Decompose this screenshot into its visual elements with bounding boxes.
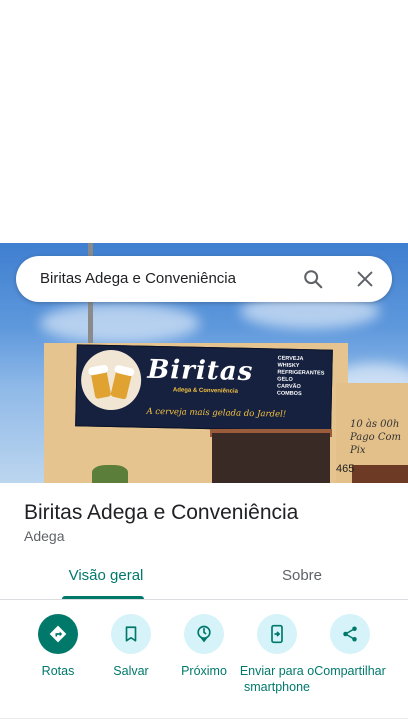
wall-text-line: Pix bbox=[350, 445, 366, 456]
bookmark-icon[interactable] bbox=[111, 614, 151, 654]
share-label: Compartilhar bbox=[314, 664, 386, 678]
beer-mugs-icon bbox=[80, 349, 142, 411]
wall-text-line: 10 às 00h bbox=[350, 419, 400, 430]
search-icon[interactable] bbox=[302, 268, 324, 290]
tab-overview[interactable]: Visão geral bbox=[58, 567, 154, 584]
directions-icon[interactable] bbox=[38, 614, 78, 654]
divider bbox=[0, 718, 408, 719]
wall-painted-text: 10 às 00h Pago Com Pix bbox=[350, 418, 408, 458]
send-to-phone-label: Enviar para o smartphone bbox=[239, 664, 315, 694]
plant bbox=[92, 465, 128, 483]
share-button[interactable]: Compartilhar bbox=[310, 614, 390, 679]
tab-about[interactable]: Sobre bbox=[262, 567, 342, 584]
wall-text-line: Pago Com bbox=[350, 432, 401, 443]
tab-divider bbox=[0, 599, 408, 600]
sign-tagline: A cerveja mais gelada do Jardel! bbox=[146, 406, 287, 420]
search-input[interactable]: Biritas Adega e Conveniência bbox=[40, 270, 236, 287]
search-box[interactable]: Biritas Adega e Conveniência bbox=[16, 256, 392, 302]
send-to-phone-icon[interactable] bbox=[257, 614, 297, 654]
nearby-button[interactable]: Próximo bbox=[164, 614, 244, 679]
sign-product: COMBOS bbox=[276, 390, 302, 398]
sign-products: CERVEJA WHISKY REFRIGERANTES GELO CARVÃO… bbox=[277, 356, 325, 399]
cloud bbox=[40, 303, 200, 343]
share-icon[interactable] bbox=[330, 614, 370, 654]
place-category: Adega bbox=[24, 528, 65, 544]
store-sign: Biritas Adega & Conveniência CERVEJA WHI… bbox=[75, 344, 333, 432]
save-button[interactable]: Salvar bbox=[91, 614, 171, 679]
store-entrance bbox=[212, 433, 330, 483]
send-to-phone-button[interactable]: Enviar para o smartphone bbox=[237, 614, 317, 695]
directions-label: Rotas bbox=[41, 664, 75, 678]
close-icon[interactable] bbox=[354, 268, 376, 290]
sign-brand: Biritas bbox=[147, 354, 254, 388]
directions-button[interactable]: Rotas bbox=[18, 614, 98, 679]
address-number: 465 bbox=[336, 463, 355, 475]
nearby-label: Próximo bbox=[181, 664, 227, 678]
save-label: Salvar bbox=[113, 664, 149, 678]
sign-subtitle: Adega & Conveniência bbox=[172, 387, 239, 395]
side-door bbox=[352, 465, 408, 483]
nearby-icon[interactable] bbox=[184, 614, 224, 654]
place-title: Biritas Adega e Conveniência bbox=[24, 501, 299, 524]
map-area bbox=[0, 0, 408, 243]
